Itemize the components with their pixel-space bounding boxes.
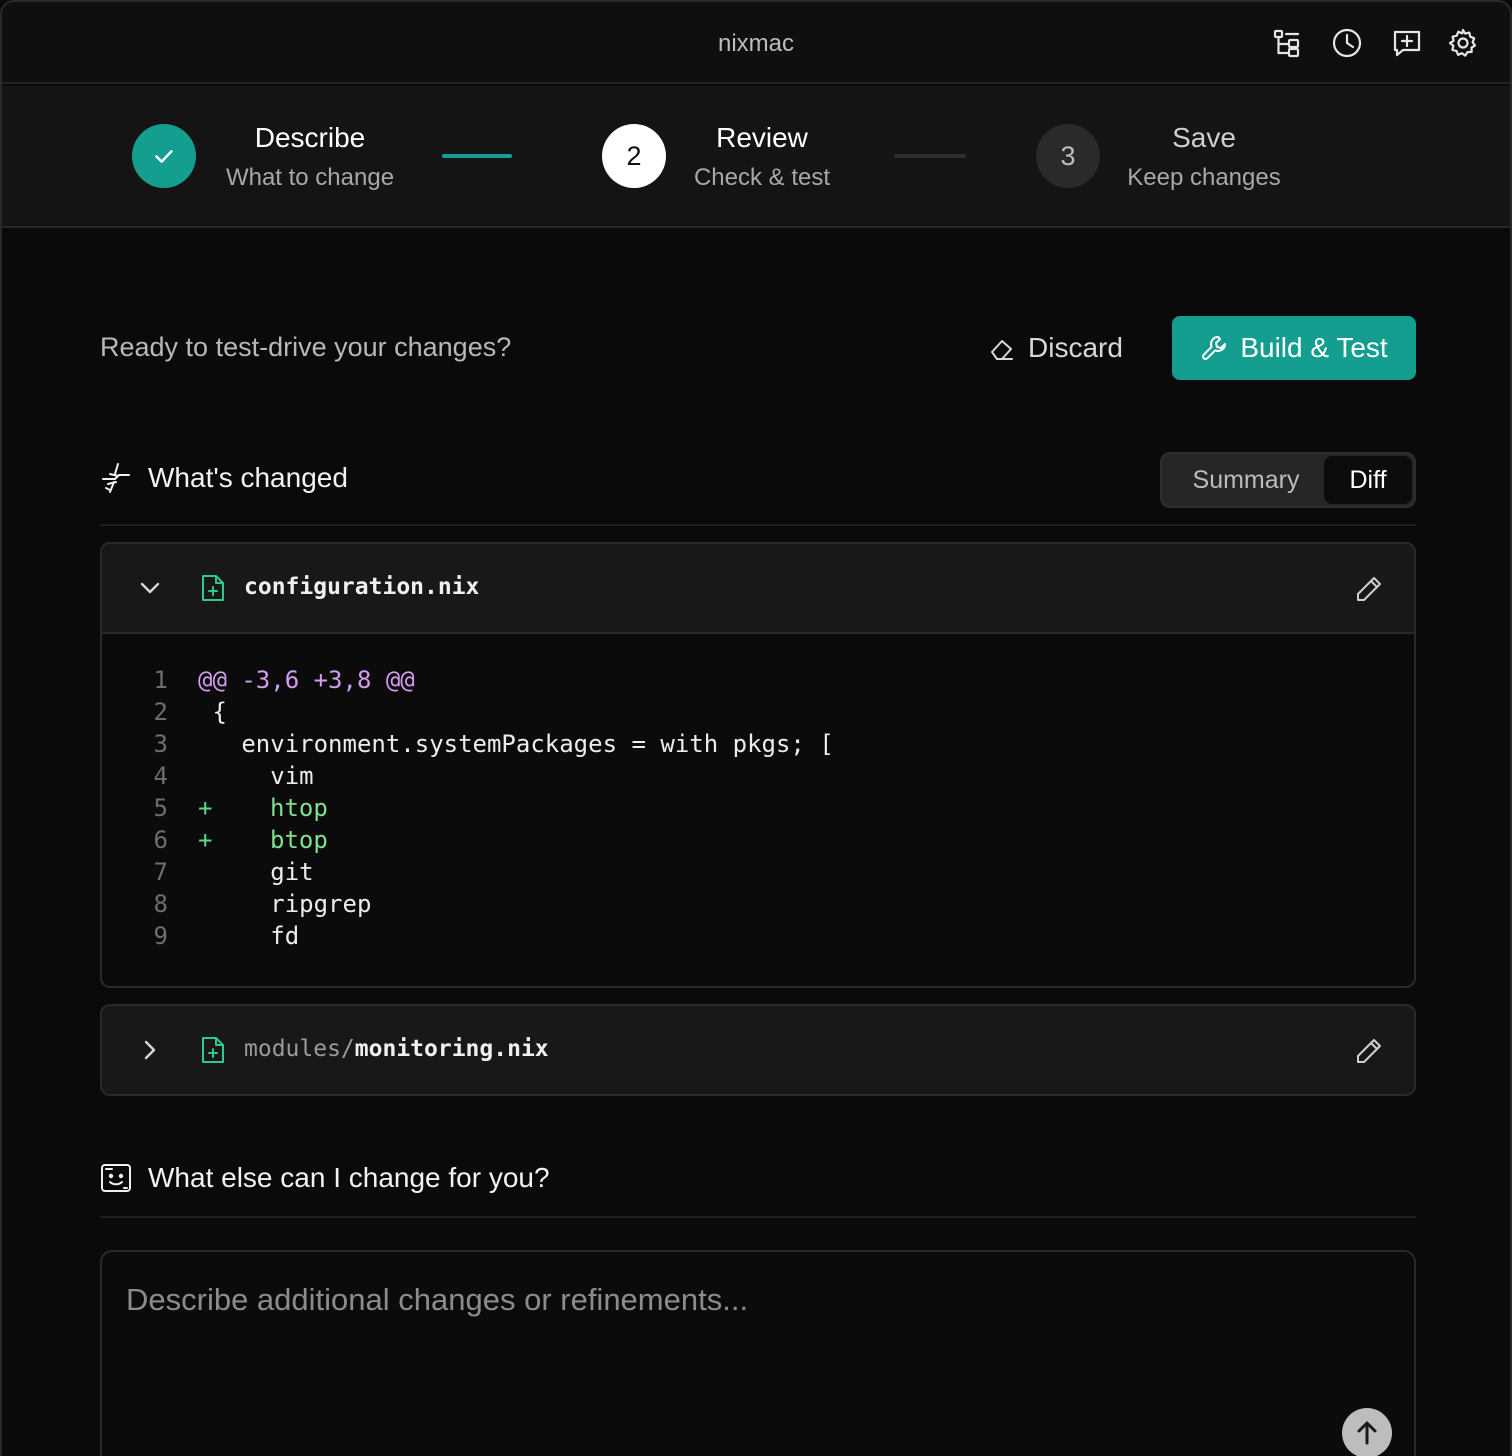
whats-changed-title: What's changed [148,462,348,493]
title-bar: nixmac [2,2,1510,84]
chevron-right-icon[interactable] [138,1038,162,1062]
tree-structure-icon[interactable] [1270,26,1304,60]
step-review-subtitle: Check & test [693,164,831,191]
followup-title: What else can I change for you? [148,1162,550,1193]
step-review-number: 2 [602,124,666,188]
added-marker: + [198,826,213,854]
line-number: 8 [153,890,168,918]
diff-code: vim [198,762,314,790]
diff-line: 7 git [102,856,1414,888]
pencil-edit-icon[interactable] [1354,1036,1384,1066]
file-basename: monitoring.nix [354,1036,549,1062]
settings-gear-icon[interactable] [1446,26,1480,60]
diff-line: 2 { [102,696,1414,728]
ready-prompt: Ready to test-drive your changes? [100,332,512,362]
step-save-subtitle: Keep changes [1127,164,1281,191]
section-divider [100,524,1416,526]
step-review-title: Review [716,122,808,153]
line-number: 9 [153,922,168,950]
diff-line: 4 vim [102,760,1414,792]
file-header[interactable]: configuration.nix [102,544,1414,634]
view-mode-toggle: Summary Diff [1160,452,1416,508]
diff-code: ripgrep [198,890,372,918]
diff-code-added: btop [270,826,328,854]
step-describe-subtitle: What to change [225,164,395,191]
step-connector-pending [894,154,966,158]
line-number: 4 [153,762,168,790]
followup-heading: What else can I change for you? [100,1162,550,1194]
step-describe-title: Describe [254,122,366,153]
diff-body: 1 @@ -3,6 +3,8 @@ 2 { 3 environment.syste… [102,634,1414,980]
file-name: configuration.nix [244,574,479,600]
diff-code: { [198,698,227,726]
chevron-down-icon[interactable] [138,576,162,600]
file-diff-panel: configuration.nix 1 @@ -3,6 +3,8 @@ 2 { 3… [100,542,1416,988]
step-save-number: 3 [1036,124,1100,188]
diff-code-added: htop [270,794,328,822]
diff-line-added: 6 + btop [102,824,1414,856]
build-and-test-button[interactable]: Build & Test [1172,316,1416,380]
line-number: 3 [153,730,168,758]
diff-code: git [198,858,314,886]
added-marker: + [198,794,213,822]
file-added-icon [200,574,226,602]
discard-label: Discard [1028,332,1123,363]
diff-line: 8 ripgrep [102,888,1414,920]
app-window: nixmac Describe What to change 2 Review … [0,0,1512,1456]
history-clock-icon[interactable] [1330,26,1364,60]
line-number: 2 [153,698,168,726]
diff-code: fd [198,922,300,950]
diff-line: 3 environment.systemPackages = with pkgs… [102,728,1414,760]
line-number: 6 [153,826,168,854]
line-number: 1 [153,666,168,694]
followup-composer [100,1250,1416,1456]
dna-helix-icon [102,463,130,493]
step-connector-done [442,154,512,158]
summary-toggle-option[interactable]: Summary [1168,456,1324,504]
file-basename: configuration.nix [244,574,480,600]
diff-line: 1 @@ -3,6 +3,8 @@ [102,664,1414,696]
send-button[interactable] [1342,1408,1392,1456]
step-save-title: Save [1172,122,1236,153]
eraser-icon [991,340,1013,360]
feedback-plus-icon[interactable] [1390,26,1424,60]
progress-stepper: Describe What to change 2 Review Check &… [2,86,1510,228]
followup-input[interactable] [126,1282,1326,1318]
line-number: 5 [153,794,168,822]
step-describe-complete-icon [132,124,196,188]
file-added-icon [200,1036,226,1064]
diff-line-added: 5 + htop [102,792,1414,824]
file-dir: modules/ [244,1036,355,1062]
file-header[interactable]: modules/monitoring.nix [102,1006,1414,1094]
file-diff-panel: modules/monitoring.nix [100,1004,1416,1096]
pencil-edit-icon[interactable] [1354,574,1384,604]
wrench-icon [1202,336,1227,360]
diff-line: 9 fd [102,920,1414,952]
discard-button[interactable]: Discard [988,324,1123,372]
section-divider [100,1216,1416,1218]
diff-hunk-header: @@ -3,6 +3,8 @@ [198,666,415,694]
line-number: 7 [153,858,168,886]
build-and-test-label: Build & Test [1240,332,1388,363]
file-name: modules/monitoring.nix [244,1036,549,1062]
arrow-up-icon [1357,1421,1377,1445]
diff-code: environment.systemPackages = with pkgs; … [198,730,834,758]
whats-changed-heading: What's changed [100,462,348,494]
diff-toggle-option[interactable]: Diff [1324,456,1412,504]
smiley-face-icon [101,1164,131,1192]
